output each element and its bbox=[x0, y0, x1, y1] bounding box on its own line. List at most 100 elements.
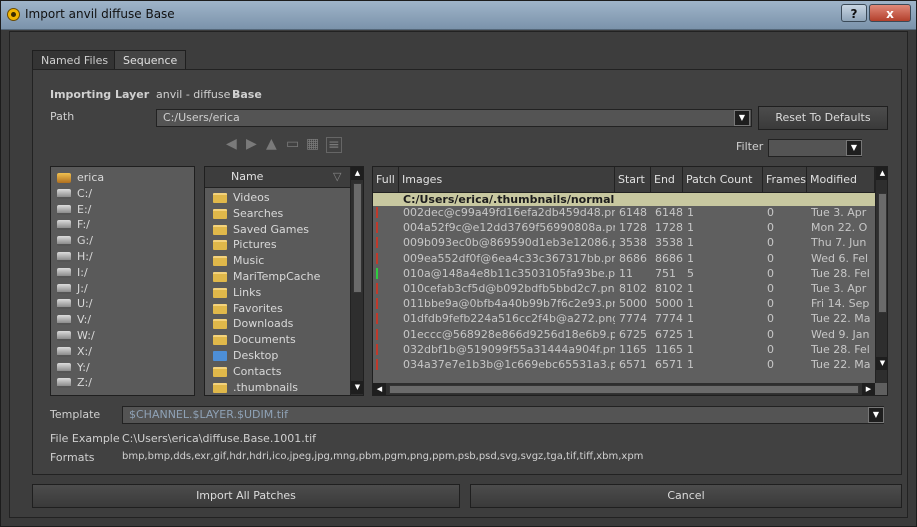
window-title: Import anvil diffuse Base bbox=[25, 7, 175, 21]
folder-item[interactable]: MariTempCache bbox=[213, 270, 320, 283]
table-row[interactable]: 011bbe9a@0bfb4a40b99b7f6c2e93.png 5000 500… bbox=[373, 297, 875, 310]
drive-item[interactable]: C:/ bbox=[57, 187, 92, 200]
table-scroll-down-icon[interactable]: ▼ bbox=[876, 357, 887, 370]
drive-label: V:/ bbox=[77, 313, 92, 327]
folder-item[interactable]: Downloads bbox=[213, 317, 293, 330]
sort-indicator-icon: ▽ bbox=[333, 170, 342, 183]
folder-item[interactable]: Desktop bbox=[213, 349, 278, 362]
cell-frames: 0 bbox=[767, 221, 774, 235]
folder-item[interactable]: .thumbnails bbox=[213, 381, 298, 394]
drive-item[interactable]: erica bbox=[57, 171, 104, 184]
folder-item[interactable]: Searches bbox=[213, 207, 283, 220]
close-button[interactable]: x bbox=[869, 4, 911, 22]
drive-item[interactable]: U:/ bbox=[57, 297, 92, 310]
path-dropdown-button[interactable]: ▼ bbox=[734, 110, 750, 126]
folder-item[interactable]: Videos bbox=[213, 191, 270, 204]
folder-item[interactable]: Favorites bbox=[213, 302, 283, 315]
table-hscroll-thumb[interactable] bbox=[389, 385, 859, 394]
folder-item[interactable]: Contacts bbox=[213, 365, 282, 378]
drive-item[interactable]: W:/ bbox=[57, 329, 95, 342]
drive-item[interactable]: E:/ bbox=[57, 203, 91, 216]
drive-item[interactable]: Y:/ bbox=[57, 361, 90, 374]
cell-image: 010cefab3cf5d@b092bdfb5bbd2c7.png bbox=[403, 282, 615, 295]
folder-scrollbar[interactable]: ▲ ▼ bbox=[350, 167, 363, 395]
table-row[interactable]: 01dfdb9fefb224a516cc2f4b@a272.png 7774 777… bbox=[373, 312, 875, 325]
table-scroll-right-icon[interactable]: ▶ bbox=[862, 383, 875, 395]
tab-sequence[interactable]: Sequence bbox=[114, 50, 187, 70]
table-row[interactable]: 010a@148a4e8b11c3503105fa93be.png 11 751 5 0… bbox=[373, 267, 875, 280]
column-header[interactable]: Frames bbox=[763, 167, 807, 193]
drive-item[interactable]: Z:/ bbox=[57, 376, 92, 389]
cell-frames: 0 bbox=[767, 266, 774, 280]
table-scroll-thumb[interactable] bbox=[878, 193, 887, 313]
folder-icon bbox=[213, 224, 227, 235]
cell-frames: 0 bbox=[767, 282, 774, 295]
column-header[interactable]: Patch Count bbox=[683, 167, 763, 193]
column-header[interactable]: Modified bbox=[807, 167, 875, 193]
drive-icon bbox=[57, 267, 71, 278]
table-path-row[interactable]: C:/Users/erica/.thumbnails/normal bbox=[373, 193, 875, 206]
folder-icon bbox=[213, 287, 227, 298]
path-field[interactable]: C:/Users/erica bbox=[156, 109, 752, 127]
folder-item[interactable]: Saved Games bbox=[213, 223, 309, 236]
full-status-marker bbox=[376, 207, 378, 218]
folder-item[interactable]: Links bbox=[213, 286, 261, 299]
drive-icon bbox=[57, 299, 71, 310]
drive-item[interactable]: I:/ bbox=[57, 266, 88, 279]
drive-item[interactable]: J:/ bbox=[57, 282, 88, 295]
import-all-patches-button[interactable]: Import All Patches bbox=[32, 484, 460, 508]
column-header[interactable]: End bbox=[651, 167, 683, 193]
table-scroll-left-icon[interactable]: ◀ bbox=[373, 383, 386, 395]
filter-dropdown-button[interactable]: ▼ bbox=[846, 140, 862, 156]
new-folder-icon[interactable]: ▭ bbox=[286, 137, 299, 151]
template-dropdown-button[interactable]: ▼ bbox=[868, 407, 884, 423]
table-row[interactable]: 009b093ec0b@869590d1eb3e12086.png 3538 353… bbox=[373, 236, 875, 249]
table-scrollbar[interactable]: ▲ ▼ bbox=[875, 167, 887, 383]
drive-icon bbox=[57, 283, 71, 294]
formats-value: bmp,bmp,dds,exr,gif,hdr,hdri,ico,jpeg,jp… bbox=[122, 451, 644, 462]
folder-icon bbox=[213, 335, 227, 346]
folder-item[interactable]: Documents bbox=[213, 333, 296, 346]
dialog-body: Named Files Sequence Importing Layer anv… bbox=[9, 31, 908, 518]
scroll-down-icon[interactable]: ▼ bbox=[351, 381, 363, 394]
drive-item[interactable]: G:/ bbox=[57, 234, 93, 247]
help-button[interactable]: ? bbox=[841, 4, 867, 22]
table-hscrollbar[interactable]: ◀ ▶ bbox=[373, 383, 875, 395]
list-view-icon[interactable]: ≡ bbox=[326, 137, 342, 153]
scroll-up-icon[interactable]: ▲ bbox=[351, 167, 363, 180]
folder-item[interactable]: Pictures bbox=[213, 238, 277, 251]
drive-item[interactable]: V:/ bbox=[57, 313, 91, 326]
cell-image: 009b093ec0b@869590d1eb3e12086.png bbox=[403, 236, 615, 250]
cell-frames: 0 bbox=[767, 297, 774, 311]
table-row[interactable]: 009ea552df0f@6ea4c33c367317bb.png 8686 868… bbox=[373, 252, 875, 265]
drive-item[interactable]: H:/ bbox=[57, 250, 93, 263]
table-row[interactable]: 010cefab3cf5d@b092bdfb5bbd2c7.png 8102 810… bbox=[373, 282, 875, 295]
forward-arrow-icon[interactable]: ▶ bbox=[246, 137, 257, 151]
folder-header[interactable]: Name ▽ bbox=[205, 167, 351, 188]
column-header[interactable]: Full bbox=[373, 167, 399, 193]
column-header[interactable]: Start bbox=[615, 167, 651, 193]
cell-image: 010a@148a4e8b11c3503105fa93be.png bbox=[403, 266, 615, 280]
table-row[interactable]: 002dec@c99a49fd16efa2db459d48.png 6148 614… bbox=[373, 206, 875, 219]
tab-named-files[interactable]: Named Files bbox=[32, 50, 118, 70]
grid-view-icon[interactable]: ▦ bbox=[306, 137, 319, 151]
cell-image: 002dec@c99a49fd16efa2db459d48.png bbox=[403, 206, 615, 219]
table-row[interactable]: 034a37e7e1b3b@1c669ebc65531a3.png 6571 657… bbox=[373, 358, 875, 371]
reset-defaults-button[interactable]: Reset To Defaults bbox=[758, 106, 888, 130]
drive-item[interactable]: X:/ bbox=[57, 345, 92, 358]
folder-icon bbox=[213, 240, 227, 251]
cancel-button[interactable]: Cancel bbox=[470, 484, 902, 508]
up-arrow-icon[interactable]: ▲ bbox=[266, 137, 277, 151]
back-arrow-icon[interactable]: ◀ bbox=[226, 137, 237, 151]
drive-item[interactable]: F:/ bbox=[57, 218, 90, 231]
folder-icon bbox=[213, 256, 227, 267]
table-scroll-up-icon[interactable]: ▲ bbox=[876, 167, 887, 180]
folder-item[interactable]: Music bbox=[213, 254, 264, 267]
table-row[interactable]: 01eccc@568928e866d9256d18e6b9.png 6725 672… bbox=[373, 328, 875, 341]
folder-scroll-thumb[interactable] bbox=[353, 183, 362, 293]
table-row[interactable]: 004a52f9c@e12dd3769f56990808a.png 1728 172… bbox=[373, 221, 875, 234]
column-header[interactable]: Images bbox=[399, 167, 615, 193]
template-field[interactable]: $CHANNEL.$LAYER.$UDIM.tif bbox=[122, 406, 884, 424]
table-row[interactable]: 032dbf1b@519099f55a31444a904f.png 1165 116… bbox=[373, 343, 875, 356]
full-status-marker bbox=[376, 313, 378, 325]
